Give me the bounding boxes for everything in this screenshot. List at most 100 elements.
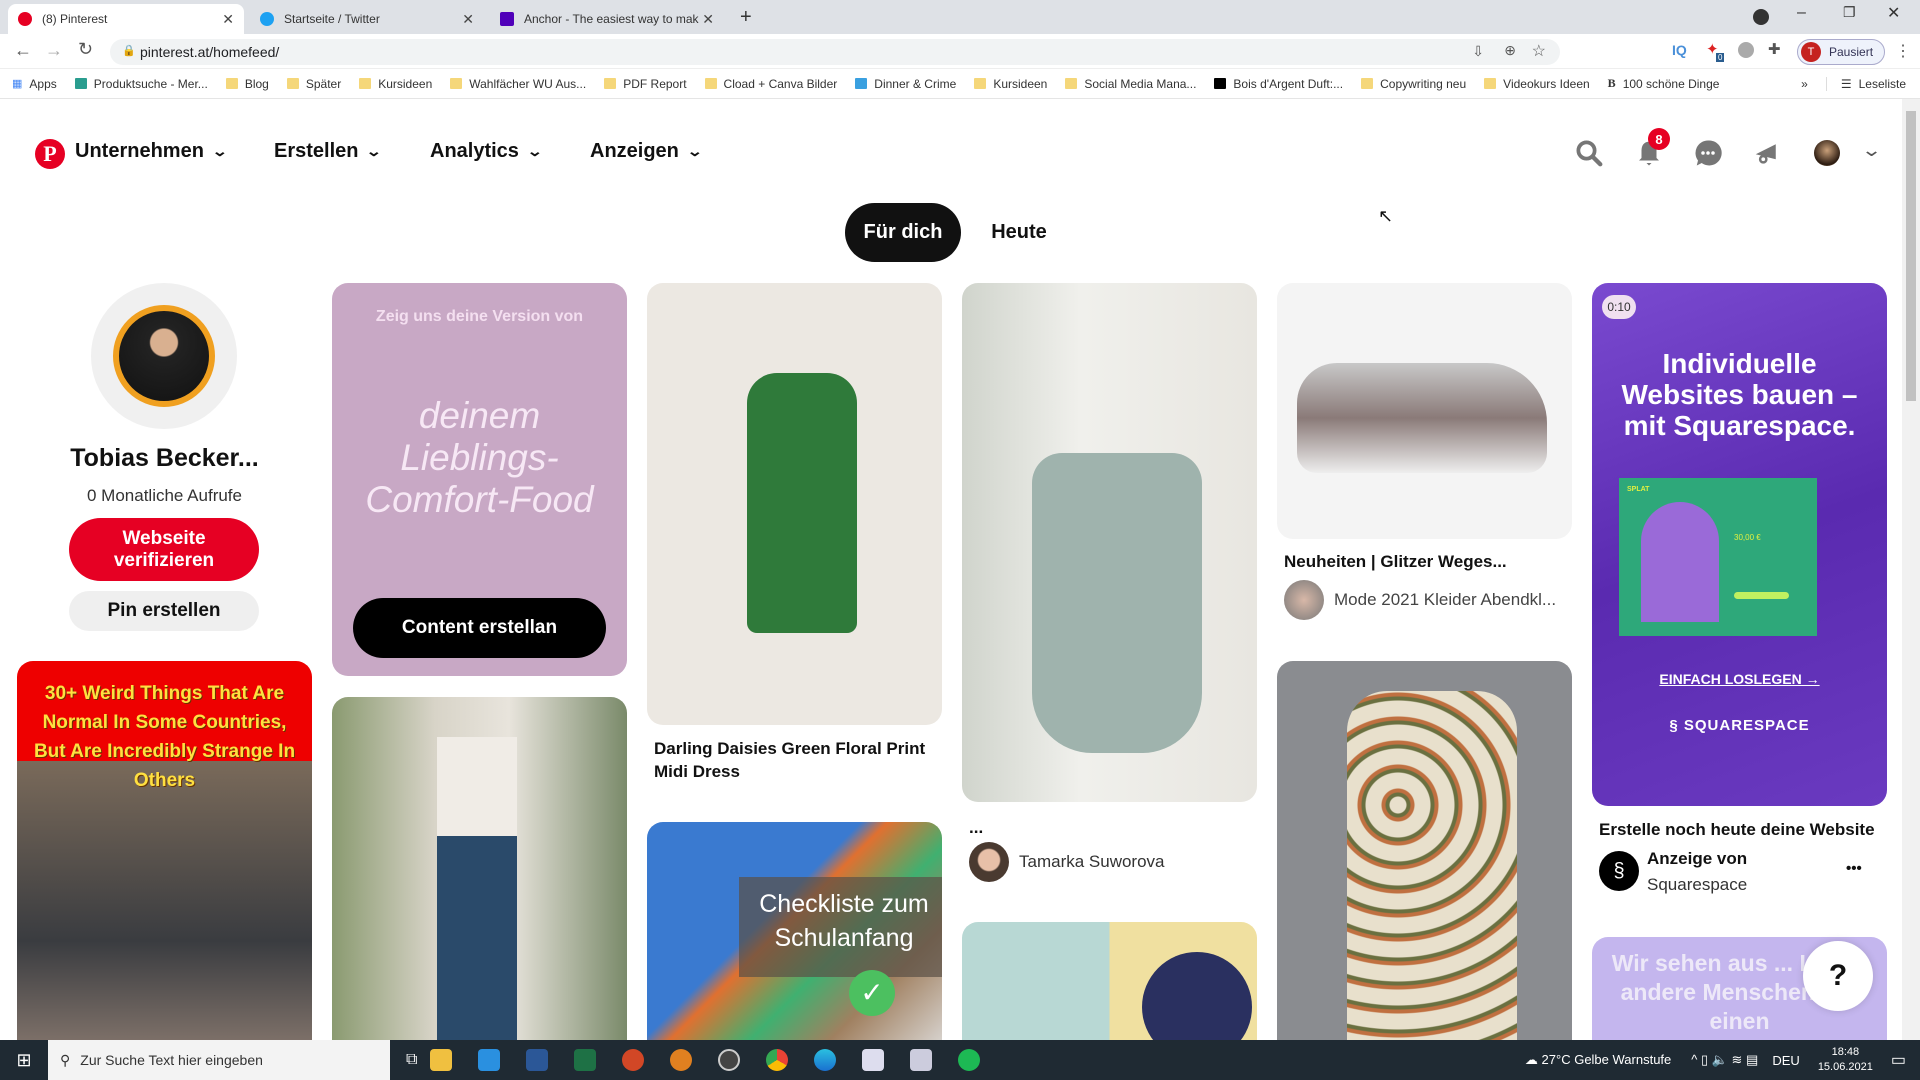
nav-analytics[interactable]: Analytics ⌄ [430,140,543,163]
verify-website-button[interactable]: Webseite verifizieren [69,518,259,581]
pin-checklist[interactable]: Checkliste zum Schulanfang ✓ [647,822,942,1062]
tab-search-icon[interactable] [1753,9,1769,25]
bookmark-item[interactable]: Videokurs Ideen [1484,77,1590,91]
new-tab-button[interactable]: + [740,6,752,29]
app-icon[interactable] [670,1049,693,1071]
windows-start-icon[interactable]: ⊞ [0,1050,48,1071]
pin-green-dress[interactable] [647,283,942,725]
bookmark-item[interactable]: Kursideen [359,77,432,91]
close-tab-icon[interactable]: ✕ [462,11,474,28]
close-window-icon[interactable]: ✕ [1887,3,1900,23]
tab-fuer-dich[interactable]: Für dich [845,203,961,262]
bookmark-item[interactable]: Cload + Canva Bilder [704,77,837,91]
bookmark-item[interactable]: Dinner & Crime [855,77,956,91]
scrollbar-thumb[interactable] [1906,111,1916,401]
minimize-icon[interactable]: – [1797,4,1806,22]
messages-icon[interactable] [1693,138,1723,168]
language-indicator[interactable]: DEU [1772,1053,1799,1068]
search-icon[interactable] [1574,138,1604,168]
pin-comfort-food[interactable]: Zeig uns deine Version von deinem Liebli… [332,283,627,676]
folder-icon [1361,78,1374,89]
adblock-icon[interactable] [1738,42,1754,58]
help-button[interactable]: ? [1803,941,1873,1011]
account-chevron-icon[interactable]: ⌄ [1861,140,1882,161]
close-tab-icon[interactable]: ✕ [702,11,714,28]
task-view-icon[interactable]: ⧉ [406,1051,417,1069]
pin-floral-dress[interactable] [1277,661,1572,1061]
pin-title[interactable]: Neuheiten | Glitzer Weges... [1284,550,1507,573]
app-icon[interactable] [862,1049,885,1071]
nav-unternehmen[interactable]: Unternehmen ⌄ [75,140,228,163]
user-avatar[interactable] [1814,140,1840,166]
bookmark-item[interactable]: Bois d'Argent Duft:... [1214,77,1343,91]
install-icon[interactable]: ⇩ [1472,43,1484,60]
pin-title[interactable]: Darling Daisies Green Floral Print Midi … [654,737,939,783]
pin-author[interactable]: Mode 2021 Kleider Abendkl... [1284,580,1556,620]
obs-icon[interactable] [718,1049,741,1071]
profile-avatar-frame[interactable] [91,283,237,429]
reload-icon[interactable]: ↻ [78,39,93,60]
edge-icon[interactable] [814,1049,837,1071]
bookmark-item[interactable]: Wahlfächer WU Aus... [450,77,586,91]
back-icon[interactable]: ← [14,40,32,61]
bookmark-item[interactable]: PDF Report [604,77,687,91]
bookmark-item[interactable]: B 100 schöne Dinge [1608,76,1720,91]
create-content-button[interactable]: Content erstellan [353,598,606,658]
pin-glitter-shoes[interactable] [1277,283,1572,539]
bookmark-item[interactable]: Social Media Mana... [1065,77,1196,91]
time: 18:48 [1831,1046,1860,1058]
pin-title[interactable]: ... [969,816,983,839]
clock[interactable]: 18:48 15.06.2021 [1818,1045,1873,1075]
profile-name[interactable]: Tobias Becker... [17,444,312,473]
tab-pinterest[interactable]: (8) Pinterest ✕ [8,4,244,34]
pin-jeans-outfit[interactable] [332,697,627,1067]
spotify-icon[interactable] [958,1049,981,1071]
pin-author[interactable]: Tamarka Suworova [969,842,1165,882]
extensions-puzzle-icon[interactable]: ✚ [1768,40,1781,58]
bookmark-item[interactable]: Produktsuche - Mer... [74,77,208,91]
close-tab-icon[interactable]: ✕ [222,11,234,28]
restore-icon[interactable]: ❐ [1843,4,1856,21]
nav-anzeigen[interactable]: Anzeigen ⌄ [590,140,703,163]
sponsor-name[interactable]: Squarespace [1647,875,1747,895]
pin-sundress[interactable] [962,283,1257,802]
tab-heute[interactable]: Heute [981,203,1057,262]
zoom-icon[interactable]: ⊕ [1504,42,1516,59]
create-pin-button[interactable]: Pin erstellen [69,591,259,631]
pinterest-logo-icon[interactable]: P [35,139,65,169]
word-icon[interactable] [526,1049,549,1071]
more-bookmarks-button[interactable]: » [1801,77,1808,91]
tab-twitter[interactable]: Startseite / Twitter ✕ [250,4,484,34]
nav-erstellen[interactable]: Erstellen ⌄ [274,140,383,163]
pin-title[interactable]: Erstelle noch heute deine Website [1599,818,1875,841]
forward-icon[interactable]: → [45,40,63,61]
bookmark-apps[interactable]: ▦ Apps [12,77,57,91]
tab-anchor[interactable]: Anchor - The easiest way to mak ✕ [490,4,724,34]
profile-button[interactable]: T Pausiert [1797,39,1885,65]
weather-widget[interactable]: ☁ 27°C Gelbe Warnstufe [1525,1052,1671,1068]
browser-menu-icon[interactable]: ⋮ [1895,41,1911,61]
powerpoint-icon[interactable] [622,1049,645,1071]
chrome-icon[interactable] [766,1049,789,1071]
bookmark-star-icon[interactable]: ☆ [1532,41,1546,61]
pin-squarespace-ad[interactable]: 0:10 Individuelle Websites bauen – mit S… [1592,283,1887,806]
notifications-icon[interactable]: ▭ [1891,1050,1906,1070]
excel-icon[interactable] [574,1049,597,1071]
app-icon[interactable] [910,1049,933,1071]
bookmark-item[interactable]: Copywriting neu [1361,77,1466,91]
bookmark-item[interactable]: Später [286,77,341,91]
taskbar-search[interactable]: ⚲ Zur Suche Text hier eingeben [48,1040,390,1080]
bookmark-item[interactable]: Kursideen [974,77,1047,91]
more-options-button[interactable]: ••• [1846,860,1862,877]
url-bar[interactable]: 🔒 pinterest.at/homefeed/ ⇩ ⊕ ☆ [110,39,1560,65]
reading-list-button[interactable]: ☰ Leseliste [1825,76,1906,91]
bookmark-item[interactable]: Blog [225,77,269,91]
tray-icons[interactable]: ^ ▯ 🔈 ≋ ▤ [1691,1052,1758,1068]
file-explorer-icon[interactable] [430,1049,453,1071]
scrollbar[interactable] [1902,99,1920,1040]
mail-icon[interactable] [478,1049,501,1071]
iq-extension-icon[interactable]: IQ [1672,42,1687,58]
pin-weird-things[interactable]: 30+ Weird Things That Are Normal In Some… [17,661,312,1061]
squarespace-avatar-icon[interactable]: § [1599,851,1639,891]
megaphone-icon[interactable] [1752,138,1782,168]
